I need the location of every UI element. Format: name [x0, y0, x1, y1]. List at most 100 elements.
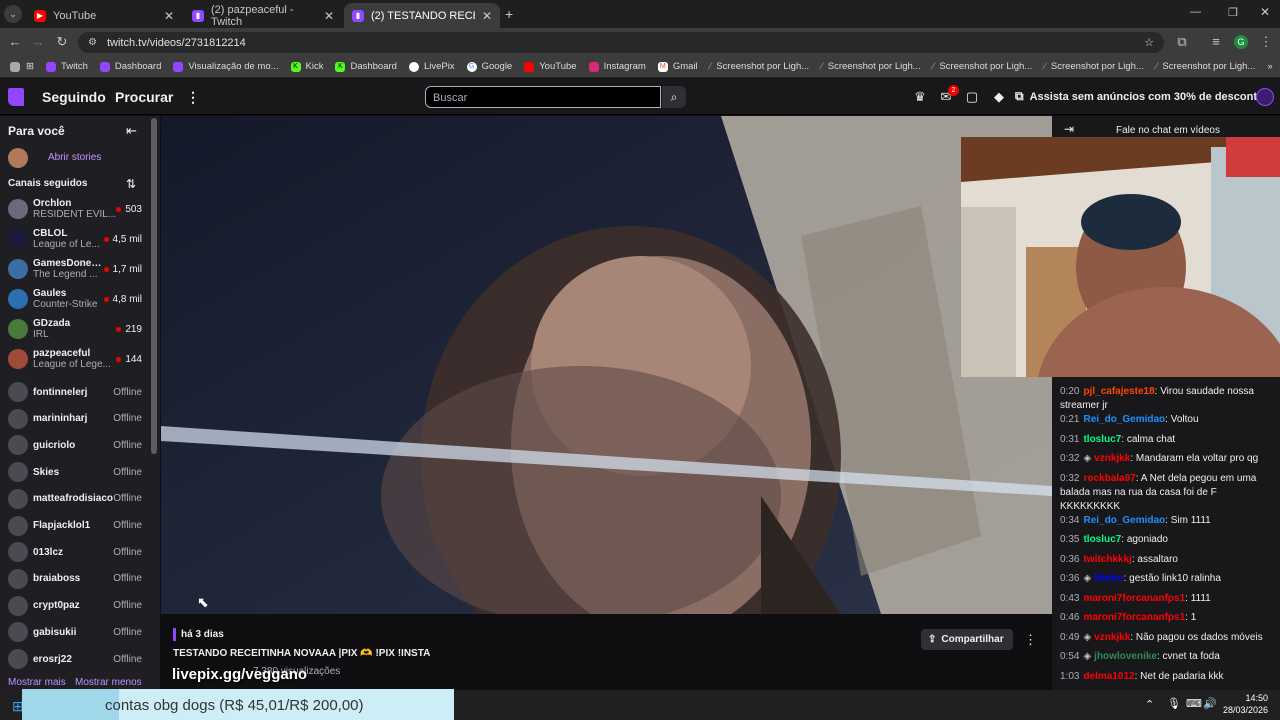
- clock-time[interactable]: 14:50: [1236, 693, 1268, 703]
- followed-channel-offline[interactable]: 013lcz Offline: [0, 537, 152, 567]
- search-button[interactable]: ⌕: [662, 86, 686, 108]
- followed-channel-live[interactable]: Orchlon RESIDENT EVIL... 503: [0, 194, 152, 224]
- chat-username[interactable]: maroni7forcananfps1: [1083, 593, 1185, 604]
- whispers-icon[interactable]: ▢: [963, 89, 981, 105]
- bookmark-screenshot-2[interactable]: ⁄ Screenshot por Ligh...: [815, 61, 927, 72]
- chat-timestamp[interactable]: 0:54: [1060, 651, 1079, 662]
- twitch-logo-icon[interactable]: [8, 88, 24, 106]
- forward-button[interactable]: →: [28, 33, 48, 51]
- followed-channel-offline[interactable]: crypt0paz Offline: [0, 591, 152, 621]
- followed-channel-offline[interactable]: gabisukii Offline: [0, 617, 152, 647]
- url-field[interactable]: ⚙ twitch.tv/videos/2731812214 ☆: [78, 32, 1164, 53]
- chat-username[interactable]: maroni7forcananfps1: [1083, 612, 1185, 623]
- chat-timestamp[interactable]: 0:35: [1060, 534, 1079, 545]
- chat-username[interactable]: rockbala07: [1083, 473, 1135, 484]
- sort-icon[interactable]: ⇅: [126, 177, 136, 191]
- bookmark-instagram[interactable]: Instagram: [583, 61, 652, 72]
- chat-timestamp[interactable]: 0:20: [1060, 386, 1079, 397]
- reload-button[interactable]: ↻: [52, 33, 72, 51]
- followed-channel-offline[interactable]: fontinnelerj Offline: [0, 377, 152, 407]
- more-bookmarks-icon[interactable]: »: [1261, 61, 1280, 72]
- followed-channel-offline[interactable]: Flapjacklol1 Offline: [0, 511, 152, 541]
- nav-browse[interactable]: Procurar: [115, 89, 173, 105]
- more-menu-icon[interactable]: ⋮: [186, 89, 200, 106]
- chat-timestamp[interactable]: 0:21: [1060, 414, 1079, 425]
- followed-channel-offline[interactable]: matteafrodisiaco Offline: [0, 484, 152, 514]
- open-stories-link[interactable]: Abrir stories: [48, 152, 101, 163]
- bookmark-screenshot-4[interactable]: ⁄ Screenshot por Ligh...: [1038, 61, 1150, 72]
- sidebar-scrollbar[interactable]: [151, 118, 157, 454]
- bookmark-star-icon[interactable]: ☆: [1144, 36, 1154, 49]
- clock-date[interactable]: 28/03/2026: [1220, 705, 1268, 715]
- show-less-link[interactable]: Mostrar menos: [75, 677, 142, 688]
- chat-timestamp[interactable]: 0:43: [1060, 593, 1079, 604]
- bookmark-screenshot-5[interactable]: ⁄ Screenshot por Ligh...: [1150, 61, 1262, 72]
- bits-icon[interactable]: ◆: [990, 89, 1008, 105]
- close-tab-icon[interactable]: ✕: [482, 9, 492, 23]
- followed-channel-offline[interactable]: Skies Offline: [0, 457, 152, 487]
- bookmark-screenshot-1[interactable]: ⁄ Screenshot por Ligh...: [704, 61, 816, 72]
- chat-username[interactable]: vznkjkk: [1094, 453, 1130, 464]
- tab-list-dropdown[interactable]: ⌄: [4, 5, 22, 23]
- chat-timestamp[interactable]: 0:36: [1060, 573, 1079, 584]
- profile-avatar[interactable]: G: [1234, 35, 1248, 49]
- followed-channel-live[interactable]: Gaules Counter-Strike 4,8 mil: [0, 284, 152, 314]
- followed-channel-live[interactable]: CBLOL League of Le... 4,5 mil: [0, 224, 152, 254]
- bookmark-kick[interactable]: K Kick: [285, 61, 330, 72]
- followed-channel-live[interactable]: pazpeaceful League of Lege... 144: [0, 344, 152, 374]
- prime-crown-icon[interactable]: ♛: [911, 89, 929, 105]
- followed-channel-live[interactable]: GDzada IRL 219: [0, 314, 152, 344]
- chat-username[interactable]: Rei_do_Gemidao: [1083, 414, 1165, 425]
- browser-menu-icon[interactable]: ⋮: [1256, 33, 1276, 51]
- followed-channel-offline[interactable]: erosrj22 Offline: [0, 644, 152, 674]
- media-controls-icon[interactable]: ≡: [1206, 33, 1226, 51]
- followed-channel-offline[interactable]: guicriolo Offline: [0, 430, 152, 460]
- browser-tab-active[interactable]: ▮ (2) TESTANDO RECEITINHA NO ✕: [344, 3, 500, 28]
- chat-timestamp[interactable]: 0:32: [1060, 453, 1079, 464]
- browser-tab-youtube[interactable]: ▶ YouTube ✕: [26, 3, 182, 28]
- followed-channel-offline[interactable]: marininharj Offline: [0, 404, 152, 434]
- bookmark-twitch[interactable]: Twitch: [40, 61, 94, 72]
- volume-icon[interactable]: 🔊: [1203, 697, 1217, 710]
- browser-tab-pazpeaceful[interactable]: ▮ (2) pazpeaceful - Twitch ✕: [184, 3, 342, 28]
- bookmark-kick-dashboard[interactable]: K Dashboard: [329, 61, 402, 72]
- network-icon[interactable]: ⌨: [1186, 697, 1202, 710]
- chat-timestamp[interactable]: 0:46: [1060, 612, 1079, 623]
- close-tab-icon[interactable]: ✕: [164, 9, 174, 23]
- bookmark-gmail[interactable]: M Gmail: [652, 61, 704, 72]
- followed-channel-offline[interactable]: braiaboss Offline: [0, 564, 152, 594]
- minimize-button[interactable]: —: [1190, 6, 1201, 18]
- chat-username[interactable]: tlosluc7: [1083, 534, 1121, 545]
- collapse-sidebar-icon[interactable]: ⇤: [126, 123, 137, 139]
- bookmark-google[interactable]: G Google: [461, 61, 519, 72]
- restore-button[interactable]: ❐: [1228, 6, 1238, 19]
- bookmark-dashboard[interactable]: Dashboard: [94, 61, 167, 72]
- bookmark-youtube[interactable]: YouTube: [518, 61, 582, 72]
- chat-timestamp[interactable]: 1:03: [1060, 671, 1079, 682]
- stories-avatar[interactable]: [8, 148, 28, 168]
- chat-username[interactable]: delma1012: [1083, 671, 1134, 682]
- extensions-icon[interactable]: ⧉: [1172, 33, 1192, 51]
- chat-username[interactable]: lilinho: [1094, 573, 1123, 584]
- chat-timestamp[interactable]: 0:31: [1060, 434, 1079, 445]
- site-info-icon[interactable]: ⚙: [88, 37, 97, 48]
- chat-timestamp[interactable]: 0:36: [1060, 554, 1079, 565]
- user-avatar[interactable]: [1256, 88, 1274, 106]
- video-more-options-icon[interactable]: ⋮: [1024, 632, 1037, 648]
- nav-following[interactable]: Seguindo: [42, 89, 106, 105]
- bookmark-folder-icon[interactable]: [6, 61, 24, 72]
- video-player[interactable]: ⬉: [161, 116, 1052, 614]
- show-more-link[interactable]: Mostrar mais: [8, 677, 66, 688]
- bookmark-livepix[interactable]: LivePix: [403, 61, 461, 72]
- close-window-button[interactable]: ✕: [1260, 5, 1270, 19]
- apps-grid-icon[interactable]: ⊞: [24, 61, 40, 72]
- chat-username[interactable]: tlosluc7: [1083, 434, 1121, 445]
- search-input[interactable]: Buscar: [425, 86, 661, 108]
- followed-channel-live[interactable]: GamesDoneQ... The Legend ... 1,7 mil: [0, 254, 152, 284]
- chat-username[interactable]: vznkjkk: [1094, 632, 1130, 643]
- chat-timestamp[interactable]: 0:32: [1060, 473, 1079, 484]
- chat-username[interactable]: twitchkkkj: [1083, 554, 1131, 565]
- bookmark-visualizacao[interactable]: Visualização de mo...: [167, 61, 284, 72]
- microphone-icon[interactable]: 🎙: [1167, 697, 1181, 710]
- chat-username[interactable]: Rei_do_Gemidao: [1083, 515, 1165, 526]
